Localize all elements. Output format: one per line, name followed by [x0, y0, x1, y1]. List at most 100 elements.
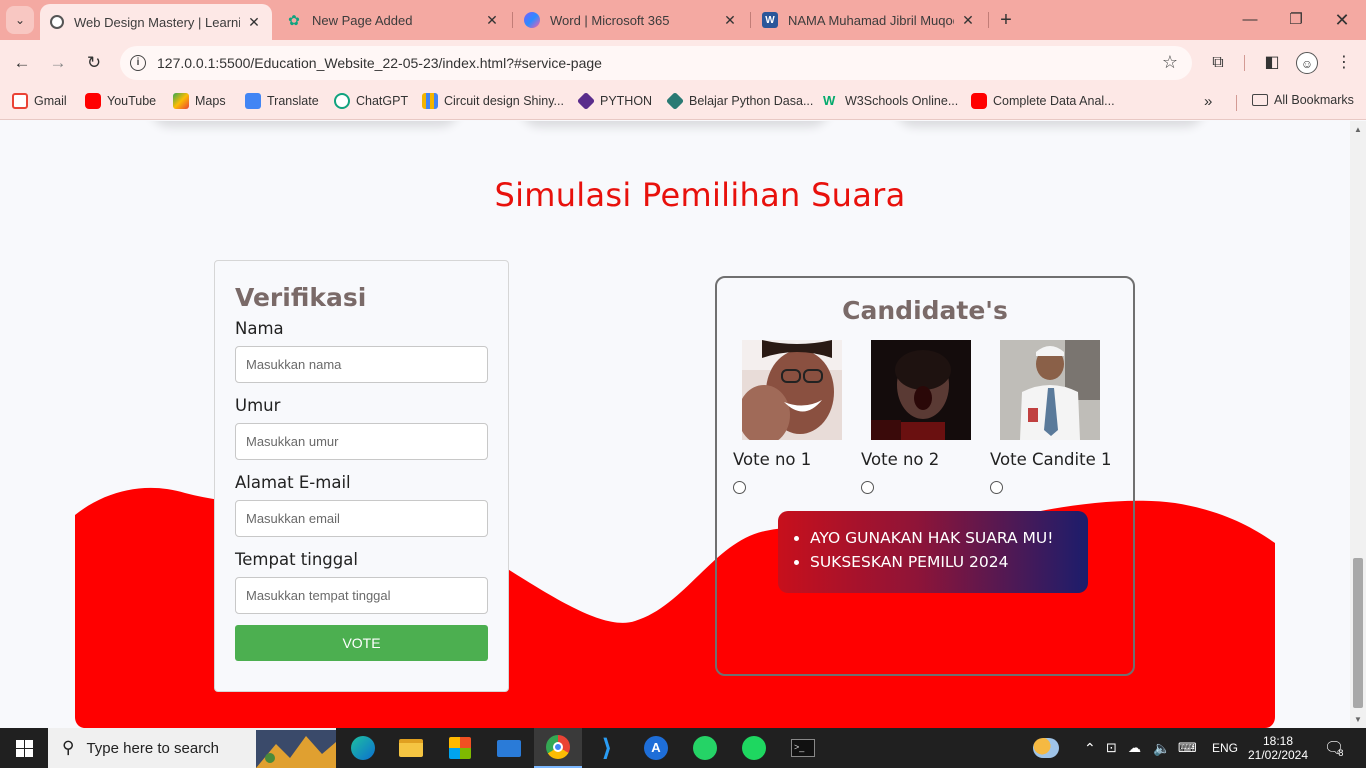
more-bookmarks-icon[interactable]: » [1204, 93, 1212, 110]
candidate-3-radio[interactable] [990, 481, 1003, 494]
notification-center[interactable]: 🗨 8 [1324, 728, 1344, 768]
show-hidden-icons-icon[interactable]: ⌃ [1084, 728, 1096, 768]
circuit-icon [422, 93, 438, 109]
bookmark-maps[interactable]: Maps [173, 93, 226, 109]
volume-icon[interactable]: 🔈 [1153, 728, 1170, 768]
taskbar-whatsapp[interactable] [681, 728, 729, 768]
chatgpt-icon: ✿ [288, 11, 300, 28]
candidate-2-label: Vote no 2 [861, 450, 940, 469]
start-button[interactable] [0, 728, 48, 768]
candidate-3-label: Vote Candite 1 [990, 450, 1112, 469]
python-icon [576, 91, 596, 111]
residence-label: Tempat tinggal [235, 550, 358, 569]
close-tab-icon[interactable]: ✕ [722, 12, 738, 29]
reload-button[interactable]: ↻ [81, 50, 107, 76]
network-icon[interactable]: ☁ [1128, 728, 1141, 768]
extensions-icon[interactable]: ⧉ [1207, 52, 1229, 74]
vscode-icon: ⟩ [601, 734, 613, 762]
folder-icon [1252, 94, 1268, 106]
browser-tab-bar: ⌄ Web Design Mastery | Learning ✕ ✿ New … [0, 0, 1366, 40]
clock-date: 21/02/2024 [1247, 748, 1309, 762]
close-tab-icon[interactable]: ✕ [960, 12, 976, 29]
scroll-down-arrow-icon[interactable]: ▼ [1354, 715, 1362, 724]
taskbar-store[interactable] [436, 728, 484, 768]
profile-avatar[interactable]: ☺ [1296, 52, 1318, 74]
taskbar-file-explorer[interactable] [387, 728, 435, 768]
vote-button[interactable]: VOTE [235, 625, 488, 661]
tab-separator [988, 12, 989, 28]
keyboard-icon[interactable]: ⌨ [1178, 728, 1197, 768]
taskbar-terminal[interactable]: >_ [779, 728, 827, 768]
restore-button[interactable]: ❐ [1284, 8, 1308, 32]
bookmark-w3schools[interactable]: W W3Schools Online... [823, 93, 958, 109]
close-tab-icon[interactable]: ✕ [484, 12, 500, 29]
bookmark-python[interactable]: PYTHON [576, 91, 652, 111]
clock[interactable]: 18:18 21/02/2024 [1248, 728, 1308, 768]
tab-search-button[interactable]: ⌄ [6, 6, 34, 34]
taskbar-vscode[interactable]: ⟩ [583, 728, 631, 768]
bookmark-belajar-python[interactable]: Belajar Python Dasa... [665, 91, 813, 111]
close-tab-icon[interactable]: ✕ [246, 14, 262, 31]
tab-word-document[interactable]: W NAMA Muhamad Jibril Muqoda ✕ [752, 0, 986, 40]
scroll-up-arrow-icon[interactable]: ▲ [1354, 125, 1362, 134]
bookmark-chatgpt[interactable]: ChatGPT [334, 93, 408, 109]
chatgpt-icon [334, 93, 350, 109]
meet-now-icon[interactable]: ⊡ [1106, 728, 1117, 768]
email-label: Alamat E-mail [235, 473, 351, 492]
tab-web-design-mastery[interactable]: Web Design Mastery | Learning ✕ [40, 4, 272, 40]
age-input[interactable] [235, 423, 488, 460]
browser-toolbar: ← → ↻ i 127.0.0.1:5500/Education_Website… [0, 40, 1366, 86]
taskbar-mail[interactable] [485, 728, 533, 768]
url-text[interactable]: 127.0.0.1:5500/Education_Website_22-05-2… [157, 55, 602, 71]
toolbar-divider [1244, 55, 1245, 71]
age-label: Umur [235, 396, 281, 415]
bookmark-label: Gmail [34, 94, 67, 108]
taskbar-app-a[interactable]: A [632, 728, 680, 768]
residence-input[interactable] [235, 577, 488, 614]
all-bookmarks-folder[interactable]: All Bookmarks [1252, 93, 1354, 107]
bookmark-circuit-design[interactable]: Circuit design Shiny... [422, 93, 564, 109]
back-button[interactable]: ← [9, 50, 35, 76]
bookmark-youtube[interactable]: YouTube [85, 93, 156, 109]
tab-word-microsoft-365[interactable]: Word | Microsoft 365 ✕ [514, 0, 748, 40]
taskbar-search-box[interactable]: ⚲ Type here to search [48, 728, 336, 768]
python-course-icon [665, 91, 685, 111]
email-input[interactable] [235, 500, 488, 537]
language-indicator[interactable]: ENG [1212, 728, 1238, 768]
bookmark-complete-data[interactable]: Complete Data Anal... [971, 93, 1115, 109]
store-icon [449, 737, 471, 759]
tab-title: New Page Added [312, 12, 413, 28]
forward-button[interactable]: → [45, 50, 71, 76]
candidate-1-radio[interactable] [733, 481, 746, 494]
side-panel-icon[interactable]: ◧ [1261, 52, 1283, 74]
bookmark-gmail[interactable]: Gmail [12, 93, 67, 109]
bookmark-label: ChatGPT [356, 94, 409, 108]
verification-form: Verifikasi Nama Umur Alamat E-mail Tempa… [214, 260, 509, 692]
minimize-button[interactable]: — [1238, 8, 1262, 32]
taskbar-spotify[interactable] [730, 728, 778, 768]
bookmark-translate[interactable]: Translate [245, 93, 319, 109]
windows-logo-icon [15, 739, 33, 757]
candidate-2-radio[interactable] [861, 481, 874, 494]
gmail-icon [12, 93, 28, 109]
menu-icon[interactable]: ⋮ [1333, 52, 1355, 74]
scrollbar-thumb[interactable] [1353, 558, 1363, 708]
candidates-title: Candidate's [842, 296, 1008, 325]
taskbar-chrome[interactable] [534, 728, 582, 768]
address-bar[interactable]: i 127.0.0.1:5500/Education_Website_22-05… [120, 46, 1192, 80]
taskbar-edge[interactable] [339, 728, 387, 768]
new-tab-button[interactable]: + [994, 8, 1018, 32]
weather-widget[interactable] [1033, 728, 1059, 768]
name-input[interactable] [235, 346, 488, 383]
mail-icon [497, 739, 521, 757]
globe-icon [50, 15, 64, 29]
candidate-1-label: Vote no 1 [733, 450, 812, 469]
tab-new-page-added[interactable]: ✿ New Page Added ✕ [276, 0, 510, 40]
bookmark-star-icon[interactable]: ☆ [1162, 52, 1178, 73]
close-window-button[interactable]: ✕ [1330, 8, 1354, 32]
page-scrollbar[interactable]: ▲ ▼ [1350, 121, 1366, 728]
site-info-icon[interactable]: i [130, 55, 146, 71]
notification-count: 8 [1338, 748, 1344, 758]
bookmark-label: Translate [267, 94, 319, 108]
microsoft-365-icon [524, 12, 540, 28]
